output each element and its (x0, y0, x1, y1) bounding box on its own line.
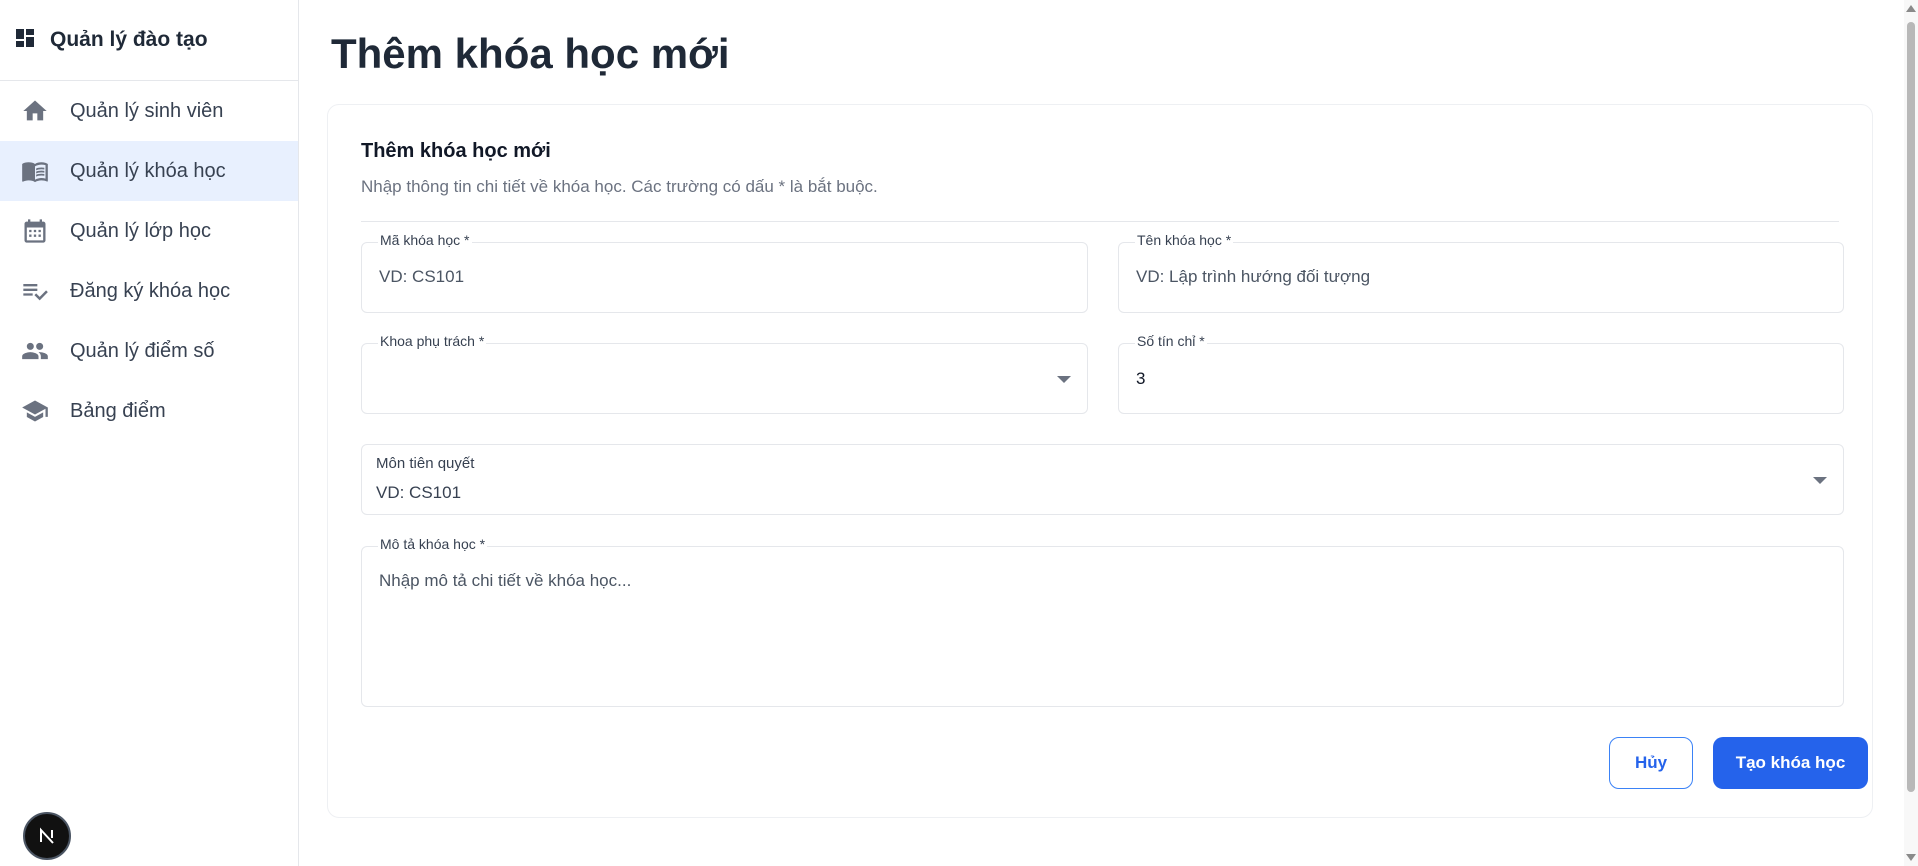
avatar[interactable] (23, 812, 71, 860)
sidebar: Quản lý đào tạo Quản lý sinh viên Quản l… (0, 0, 299, 866)
home-icon (21, 97, 49, 125)
checklist-icon (21, 277, 49, 305)
scrollbar[interactable] (1904, 0, 1918, 866)
sidebar-item-label: Quản lý sinh viên (70, 99, 224, 122)
sidebar-item-label: Quản lý khóa học (70, 159, 226, 182)
scroll-up-arrow-icon[interactable] (1906, 5, 1916, 12)
course-name-label: Tên khóa học * (1135, 232, 1234, 248)
credits-field[interactable]: Số tín chỉ * 3 (1118, 333, 1844, 414)
sidebar-item-label: Quản lý điểm số (70, 339, 215, 362)
chevron-down-icon[interactable] (1057, 376, 1071, 383)
description-label: Mô tả khóa học * (378, 536, 488, 552)
description-textarea[interactable]: Mô tả khóa học * Nhập mô tả chi tiết về … (361, 536, 1844, 707)
sidebar-brand[interactable]: Quản lý đào tạo (0, 0, 298, 81)
course-name-input[interactable]: VD: Lập trình hướng đối tượng (1136, 267, 1370, 287)
sidebar-item-courses[interactable]: Quản lý khóa học (0, 141, 298, 201)
sidebar-item-classes[interactable]: Quản lý lớp học (0, 201, 298, 261)
credits-input[interactable]: 3 (1136, 369, 1145, 389)
n-logo-icon (40, 827, 54, 844)
sidebar-nav: Quản lý sinh viên Quản lý khóa học Quản … (0, 81, 298, 441)
sidebar-item-transcript[interactable]: Bảng điểm (0, 381, 298, 441)
scrollbar-thumb[interactable] (1907, 22, 1915, 792)
sidebar-item-label: Đăng ký khóa học (70, 279, 231, 302)
divider (361, 221, 1839, 222)
sidebar-item-students[interactable]: Quản lý sinh viên (0, 81, 298, 141)
course-code-label: Mã khóa học * (378, 232, 472, 248)
credits-label: Số tín chỉ * (1135, 333, 1207, 349)
card-description: Nhập thông tin chi tiết về khóa học. Các… (361, 177, 878, 196)
course-name-field[interactable]: Tên khóa học * VD: Lập trình hướng đối t… (1118, 232, 1844, 313)
sidebar-item-label: Quản lý lớp học (70, 219, 211, 242)
book-icon (21, 157, 49, 185)
prerequisite-select[interactable]: Môn tiên quyết VD: CS101 (361, 444, 1844, 515)
dashboard-icon (13, 26, 37, 55)
department-select[interactable]: Khoa phụ trách * (361, 333, 1088, 414)
people-icon (21, 337, 49, 365)
main-content: Thêm khóa học mới Thêm khóa học mới Nhập… (300, 0, 1904, 866)
school-icon (21, 397, 49, 425)
prerequisite-label: Môn tiên quyết (376, 455, 475, 472)
prerequisite-value: VD: CS101 (376, 483, 462, 502)
sidebar-item-label: Bảng điểm (70, 399, 166, 422)
chevron-down-icon[interactable] (1813, 477, 1827, 484)
scroll-down-arrow-icon[interactable] (1906, 854, 1916, 861)
course-code-input[interactable]: VD: CS101 (379, 267, 464, 287)
page-title: Thêm khóa học mới (331, 30, 730, 77)
cancel-button[interactable]: Hủy (1609, 737, 1693, 789)
calendar-icon (21, 217, 49, 245)
sidebar-item-registration[interactable]: Đăng ký khóa học (0, 261, 298, 321)
brand-title: Quản lý đào tạo (50, 28, 208, 51)
sidebar-item-grades[interactable]: Quản lý điểm số (0, 321, 298, 381)
course-form-card: Thêm khóa học mới Nhập thông tin chi tiế… (327, 104, 1873, 818)
course-code-field[interactable]: Mã khóa học * VD: CS101 (361, 232, 1088, 313)
description-input[interactable]: Nhập mô tả chi tiết về khóa học... (379, 571, 631, 591)
create-course-button[interactable]: Tạo khóa học (1713, 737, 1868, 789)
card-header: Thêm khóa học mới Nhập thông tin chi tiế… (361, 140, 1839, 197)
department-label: Khoa phụ trách * (378, 333, 487, 349)
card-title: Thêm khóa học mới (361, 140, 551, 162)
